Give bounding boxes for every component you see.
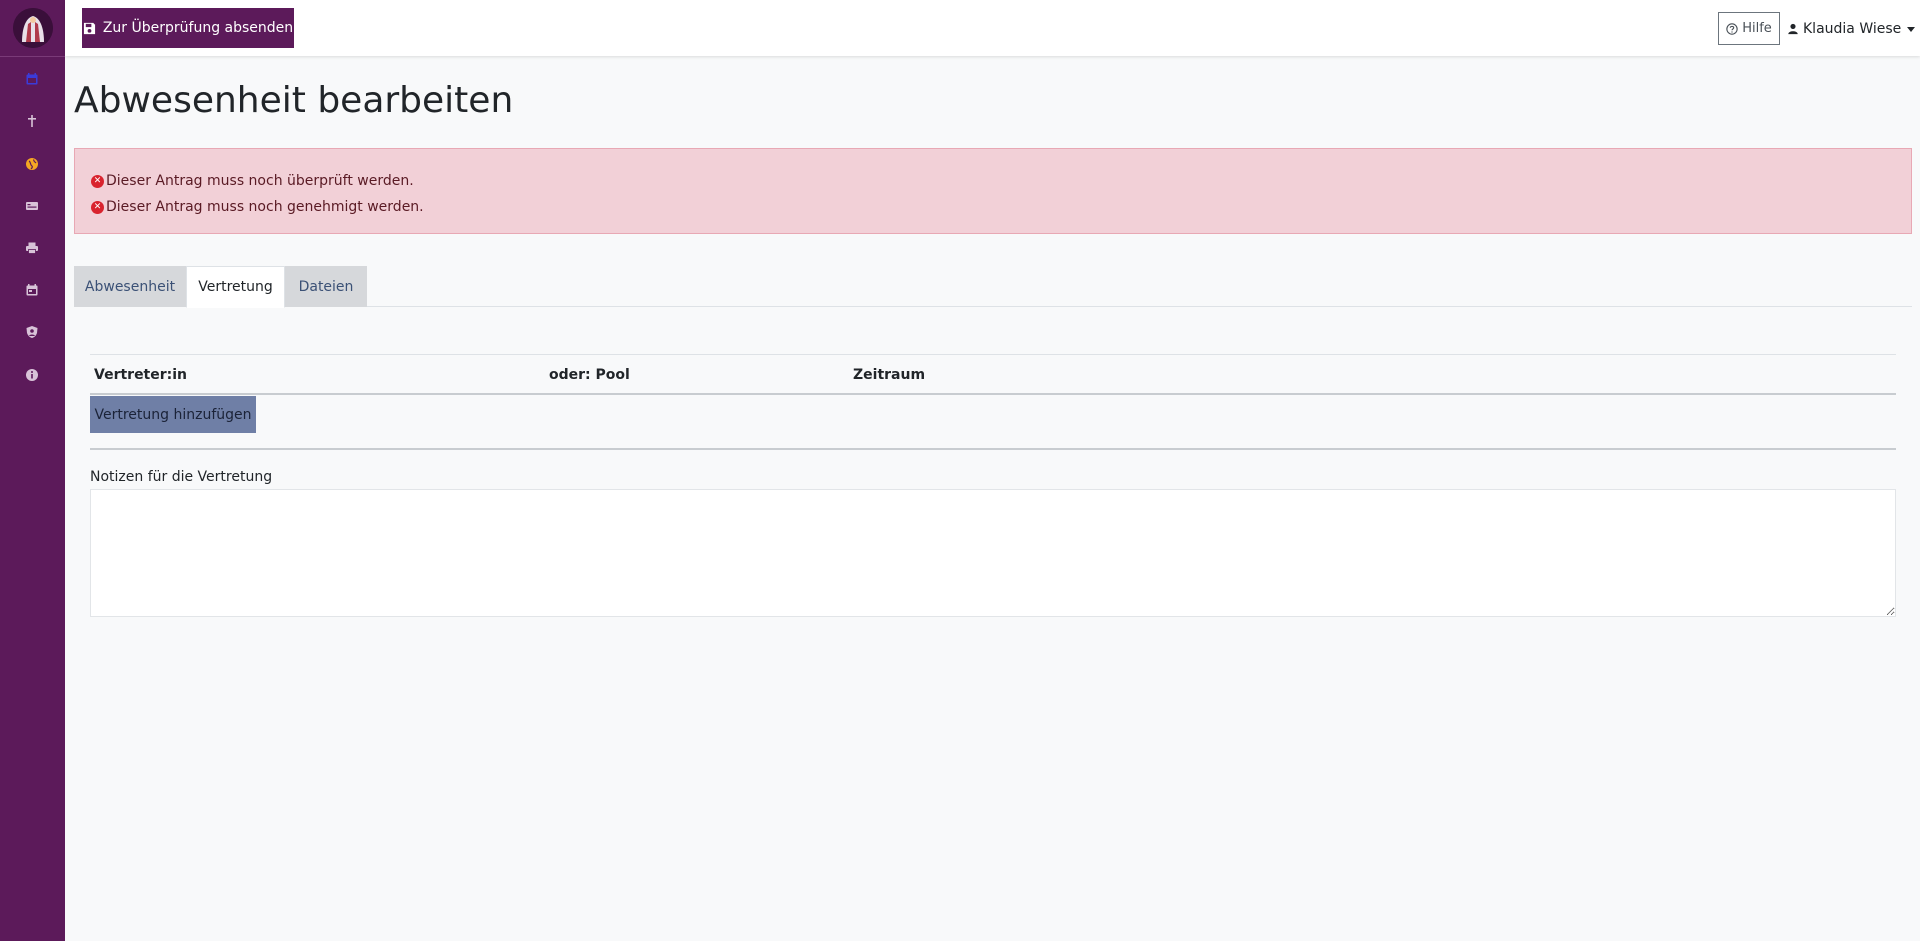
help-button[interactable]: Hilfe [1718,12,1780,45]
tab-label: Abwesenheit [84,278,176,295]
info-icon [26,369,38,381]
notes-textarea[interactable] [90,489,1896,617]
tab-vertretung[interactable]: Vertretung [186,266,285,308]
logo-image [13,8,53,48]
tab-label: Vertretung [198,279,273,295]
add-substitution-button[interactable]: Vertretung hinzufügen [90,396,256,433]
column-header-period: Zeitraum [853,367,926,383]
sidebar-item-calendar[interactable] [22,69,42,89]
help-label: Hilfe [1742,21,1772,36]
top-bar: Zur Überprüfung absenden Hilfe Klaudia W… [65,0,1920,56]
sidebar-item-calendar-week[interactable] [22,280,42,300]
sidebar-item-printer[interactable] [22,238,42,258]
id-card-icon [26,202,38,210]
sidebar-divider [0,56,65,57]
alert-line: ✕ Dieser Antrag muss noch genehmigt werd… [91,194,1895,220]
validation-alert: ✕ Dieser Antrag muss noch überprüft werd… [74,148,1912,234]
error-circle-icon: ✕ [91,174,104,188]
error-circle-icon: ✕ [91,200,104,214]
sidebar-item-cross[interactable] [22,111,42,131]
page-title: Abwesenheit bearbeiten [74,80,514,121]
cross-icon [28,115,36,127]
column-header-pool: oder: Pool [549,367,630,383]
printer-icon [26,242,38,254]
tab-label: Dateien [298,278,354,295]
table-divider [90,448,1896,450]
notes-label: Notizen für die Vertretung [90,469,273,485]
save-icon [83,22,95,34]
alert-text: Dieser Antrag muss noch überprüft werden… [106,173,414,189]
calendar-week-icon [26,284,38,296]
user-shield-icon [26,326,38,338]
sidebar-item-globe[interactable] [22,154,42,174]
sidebar [0,0,65,941]
user-icon [1788,23,1798,35]
substitution-table: Vertreter:in oder: Pool Zeitraum Vertret… [90,354,1896,450]
alert-text: Dieser Antrag muss noch genehmigt werden… [106,199,424,215]
submit-for-review-label: Zur Überprüfung absenden [102,20,294,36]
sidebar-item-info[interactable] [22,365,42,385]
tab-abwesenheit[interactable]: Abwesenheit [74,266,186,307]
tab-bar: Abwesenheit Vertretung Dateien [74,266,1912,308]
chevron-down-icon [1907,26,1916,32]
tab-dateien[interactable]: Dateien [285,266,367,307]
user-name: Klaudia Wiese [1803,21,1902,37]
calendar-icon [26,73,38,85]
question-circle-icon [1726,22,1738,35]
sidebar-item-id-card[interactable] [22,196,42,216]
submit-for-review-button[interactable]: Zur Überprüfung absenden [82,8,294,48]
table-header-row: Vertreter:in oder: Pool Zeitraum [90,354,1896,395]
alert-line: ✕ Dieser Antrag muss noch überprüft werd… [91,168,1895,194]
sidebar-item-user-shield[interactable] [22,322,42,342]
globe-icon [26,158,38,170]
app-logo[interactable] [13,8,53,48]
user-menu-dropdown[interactable]: Klaudia Wiese [1787,18,1916,40]
column-header-substitute: Vertreter:in [94,367,188,383]
